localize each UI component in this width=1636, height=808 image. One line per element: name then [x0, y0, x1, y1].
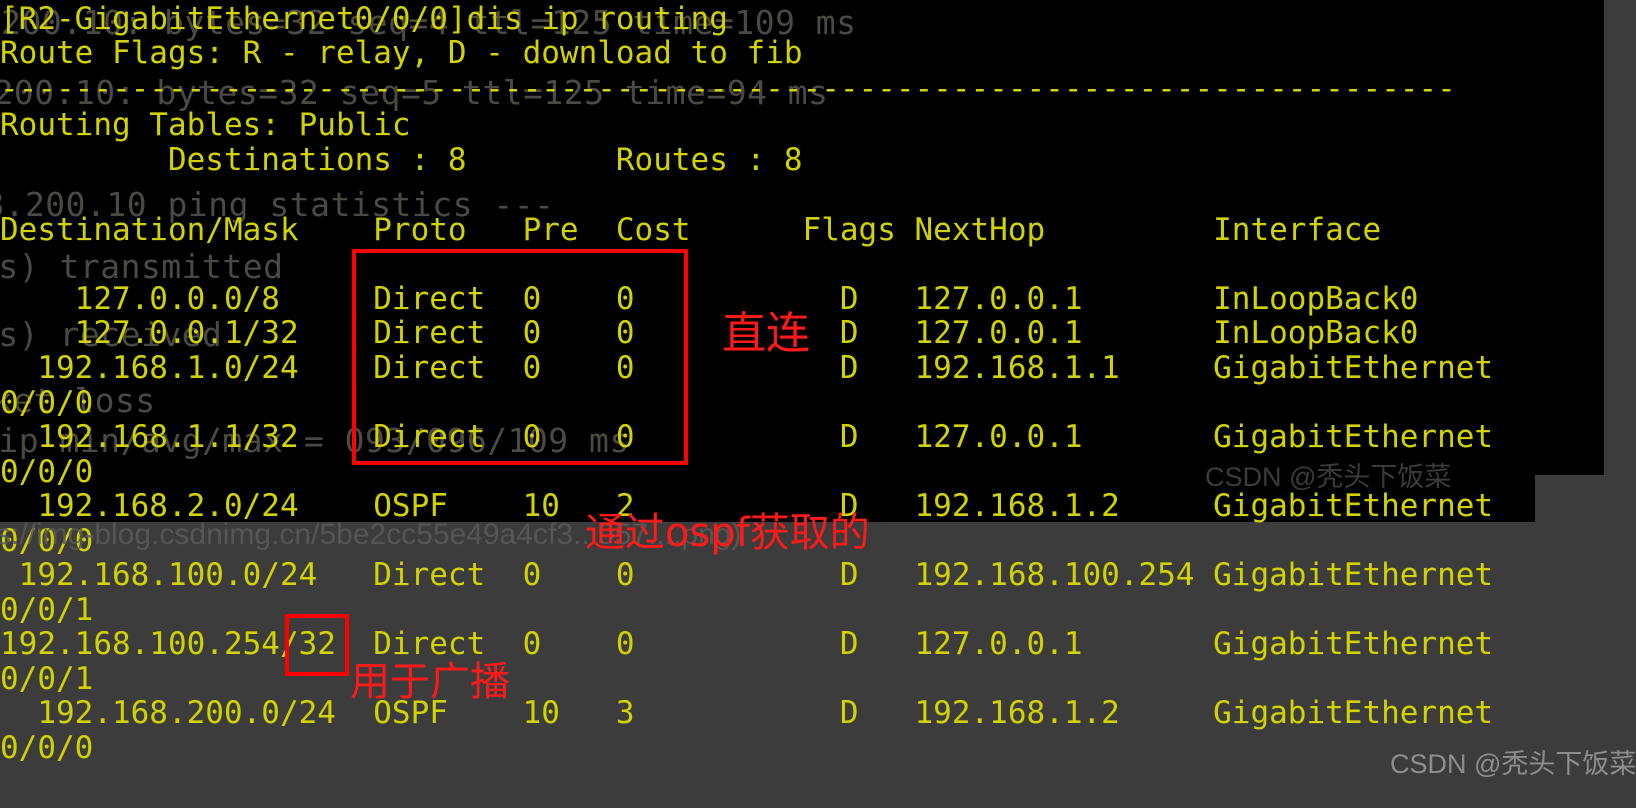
- terminal-line-prompt: [R2-GigabitEthernet0/0/0]dis ip routing: [0, 1, 728, 37]
- terminal-line-tables: Routing Tables: Public: [0, 107, 411, 143]
- terminal-line-separator: ----------------------------------------…: [0, 71, 1456, 107]
- table-row: 127.0.0.0/8 Direct 0 0 D 127.0.0.1 InLoo…: [0, 281, 1419, 317]
- table-row-cont: 0/0/1: [0, 661, 94, 697]
- table-row: 192.168.100.0/24 Direct 0 0 D 192.168.10…: [0, 557, 1494, 593]
- table-row-cont: 0/0/0: [0, 730, 94, 766]
- annotation-label-direct: 直连: [722, 308, 810, 359]
- table-row-cont: 0/0/0: [0, 454, 94, 490]
- table-row: 192.168.200.0/24 OSPF 10 3 D 192.168.1.2…: [0, 695, 1494, 731]
- table-row: 127.0.0.1/32 Direct 0 0 D 127.0.0.1 InLo…: [0, 315, 1419, 351]
- screenshot-root: 68.200.10: bytes=32 seq=4 ttl=125 time=1…: [0, 0, 1636, 808]
- terminal-output[interactable]: [R2-GigabitEthernet0/0/0]dis ip routing …: [0, 0, 1636, 808]
- annotation-label-ospf: 通过ospf获取的: [585, 510, 870, 556]
- table-row-cont: 0/0/1: [0, 592, 94, 628]
- annotation-box-host-mask: [285, 614, 349, 676]
- annotation-label-broadcast: 用于广播: [350, 659, 510, 705]
- annotation-box-direct-routes: [352, 249, 688, 465]
- table-row: 192.168.1.1/32 Direct 0 0 D 127.0.0.1 Gi…: [0, 419, 1494, 455]
- watermark-csdn-bottom: CSDN @秃头下饭菜: [1390, 749, 1636, 779]
- terminal-table-header: Destination/Mask Proto Pre Cost Flags Ne…: [0, 212, 1382, 248]
- terminal-line-summary: Destinations : 8 Routes : 8: [0, 142, 803, 178]
- table-row: 192.168.100.254/32 Direct 0 0 D 127.0.0.…: [0, 626, 1494, 662]
- watermark-csdn-middle: CSDN @秃头下饭菜: [1205, 462, 1452, 492]
- terminal-line-flags: Route Flags: R - relay, D - download to …: [0, 35, 803, 71]
- table-row-cont: 0/0/0: [0, 385, 94, 421]
